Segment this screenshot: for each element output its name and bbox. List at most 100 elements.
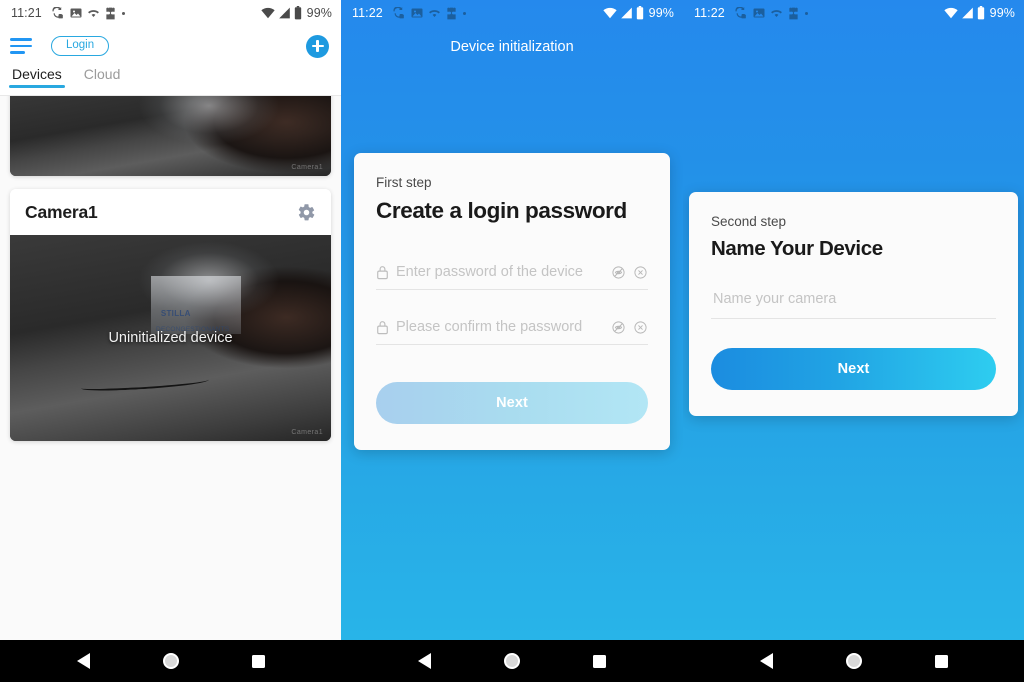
screen-device-list: 11:21 99% Login Devices Cloud Camera1 Ca… bbox=[0, 0, 341, 682]
sync-icon bbox=[393, 6, 406, 20]
cellular-signal-icon bbox=[961, 7, 974, 19]
hamburger-line-2 bbox=[10, 44, 32, 48]
status-bar-notification-icons bbox=[735, 6, 809, 20]
password-input[interactable] bbox=[396, 264, 604, 280]
screenshot-root: 11:21 99% Login Devices Cloud Camera1 Ca… bbox=[0, 0, 1024, 682]
add-device-button[interactable] bbox=[306, 34, 329, 58]
status-bar-system-icons: 99% bbox=[944, 6, 1015, 20]
device-list[interactable]: Camera1 Camera1 STILLA DECONGESTIONANTS … bbox=[0, 96, 341, 640]
wifi-icon bbox=[603, 7, 617, 19]
init-step-dialog: First step Create a login password Enter… bbox=[354, 153, 670, 450]
image-icon bbox=[411, 7, 423, 19]
battery-percent-label: 99% bbox=[989, 6, 1015, 20]
device-thumbnail[interactable]: Camera1 bbox=[10, 96, 331, 176]
device-status-overlay: Uninitialized device bbox=[108, 330, 233, 346]
device-name-field-row[interactable] bbox=[711, 287, 996, 319]
image-icon bbox=[70, 7, 82, 19]
tab-bar: Devices Cloud bbox=[0, 66, 341, 96]
status-bar-notification-icons bbox=[52, 6, 126, 20]
android-nav-bar bbox=[683, 640, 1024, 682]
sync-icon bbox=[52, 6, 65, 20]
cellular-signal-icon bbox=[278, 7, 291, 19]
status-bar: 11:21 99% bbox=[0, 0, 341, 26]
status-bar-time: 11:21 bbox=[11, 6, 42, 20]
eye-off-icon[interactable] bbox=[611, 320, 626, 335]
gear-icon[interactable] bbox=[297, 203, 316, 222]
status-bar: 11:22 99% bbox=[341, 0, 683, 26]
recents-square-icon[interactable] bbox=[251, 654, 265, 668]
init-step-dialog: Second step Name Your Device Next bbox=[689, 192, 1018, 416]
content-area: First step Create a login password Enter… bbox=[341, 55, 683, 640]
device-card-title: Camera1 bbox=[25, 201, 98, 222]
puzzle-icon bbox=[788, 7, 799, 20]
confirm-password-field-row[interactable] bbox=[376, 315, 648, 345]
hamburger-menu-icon[interactable] bbox=[10, 38, 32, 54]
device-card-camera1[interactable]: Camera1 STILLA DECONGESTIONANTS Uninitia… bbox=[10, 189, 331, 441]
dot-icon bbox=[462, 11, 467, 16]
next-button[interactable]: Next bbox=[376, 382, 648, 424]
screen-name-device: 11:22 99% Second step Name Your Device N… bbox=[683, 0, 1024, 682]
back-triangle-icon[interactable] bbox=[76, 653, 90, 669]
home-circle-icon[interactable] bbox=[845, 653, 862, 669]
puzzle-icon bbox=[446, 7, 457, 20]
home-circle-icon[interactable] bbox=[503, 653, 520, 669]
wifi-alt-icon bbox=[87, 8, 100, 19]
status-bar-system-icons: 99% bbox=[603, 6, 674, 20]
preview-object-label: STILLA bbox=[160, 309, 191, 319]
thumbnail-watermark: Camera1 bbox=[291, 164, 323, 171]
login-button[interactable]: Login bbox=[51, 35, 110, 57]
camera-preview-image bbox=[10, 96, 331, 176]
device-name-input[interactable] bbox=[711, 291, 996, 307]
wifi-alt-icon bbox=[428, 8, 441, 19]
next-button[interactable]: Next bbox=[711, 348, 996, 390]
app-bar: Login bbox=[0, 26, 341, 66]
back-triangle-icon[interactable] bbox=[417, 653, 431, 669]
battery-percent-label: 99% bbox=[648, 6, 674, 20]
dot-icon bbox=[121, 11, 126, 16]
screen-create-password: 11:22 99% Device initialization First st… bbox=[341, 0, 683, 682]
home-circle-icon[interactable] bbox=[162, 653, 179, 669]
battery-icon bbox=[977, 6, 985, 20]
puzzle-icon bbox=[105, 7, 116, 20]
lock-icon bbox=[376, 265, 389, 280]
dot-icon bbox=[804, 11, 809, 16]
sync-icon bbox=[735, 6, 748, 20]
cellular-signal-icon bbox=[620, 7, 633, 19]
status-bar-notification-icons bbox=[393, 6, 467, 20]
clear-circle-icon[interactable] bbox=[633, 265, 648, 280]
battery-percent-label: 99% bbox=[306, 6, 332, 20]
confirm-password-input[interactable] bbox=[396, 319, 604, 335]
dialog-heading: Name Your Device bbox=[711, 237, 883, 260]
android-nav-bar bbox=[0, 640, 341, 682]
content-area: Second step Name Your Device Next bbox=[683, 26, 1024, 640]
wifi-alt-icon bbox=[770, 8, 783, 19]
hamburger-line-3 bbox=[10, 51, 25, 54]
hamburger-line-1 bbox=[10, 38, 32, 41]
tab-devices[interactable]: Devices bbox=[9, 66, 65, 88]
password-field-row[interactable] bbox=[376, 260, 648, 290]
device-card-partial[interactable]: Camera1 bbox=[10, 96, 331, 176]
status-bar-system-icons: 99% bbox=[261, 6, 332, 20]
step-label: First step bbox=[376, 175, 432, 190]
recents-square-icon[interactable] bbox=[593, 654, 607, 668]
status-bar-time: 11:22 bbox=[352, 6, 383, 20]
status-bar-time: 11:22 bbox=[694, 6, 725, 20]
recents-square-icon[interactable] bbox=[934, 654, 948, 668]
tab-cloud[interactable]: Cloud bbox=[84, 66, 121, 88]
page-title: Device initialization bbox=[450, 39, 574, 55]
status-bar: 11:22 99% bbox=[683, 0, 1024, 26]
eye-off-icon[interactable] bbox=[611, 265, 626, 280]
lock-icon bbox=[376, 320, 389, 335]
back-triangle-icon[interactable] bbox=[759, 653, 773, 669]
step-label: Second step bbox=[711, 214, 787, 229]
device-card-header: Camera1 bbox=[10, 189, 331, 235]
device-thumbnail[interactable]: STILLA DECONGESTIONANTS Uninitialized de… bbox=[10, 235, 331, 441]
battery-icon bbox=[294, 6, 302, 20]
dialog-heading: Create a login password bbox=[376, 198, 627, 223]
wifi-icon bbox=[261, 7, 275, 19]
wifi-icon bbox=[944, 7, 958, 19]
battery-icon bbox=[636, 6, 644, 20]
thumbnail-watermark: Camera1 bbox=[291, 429, 323, 436]
image-icon bbox=[753, 7, 765, 19]
clear-circle-icon[interactable] bbox=[633, 320, 648, 335]
